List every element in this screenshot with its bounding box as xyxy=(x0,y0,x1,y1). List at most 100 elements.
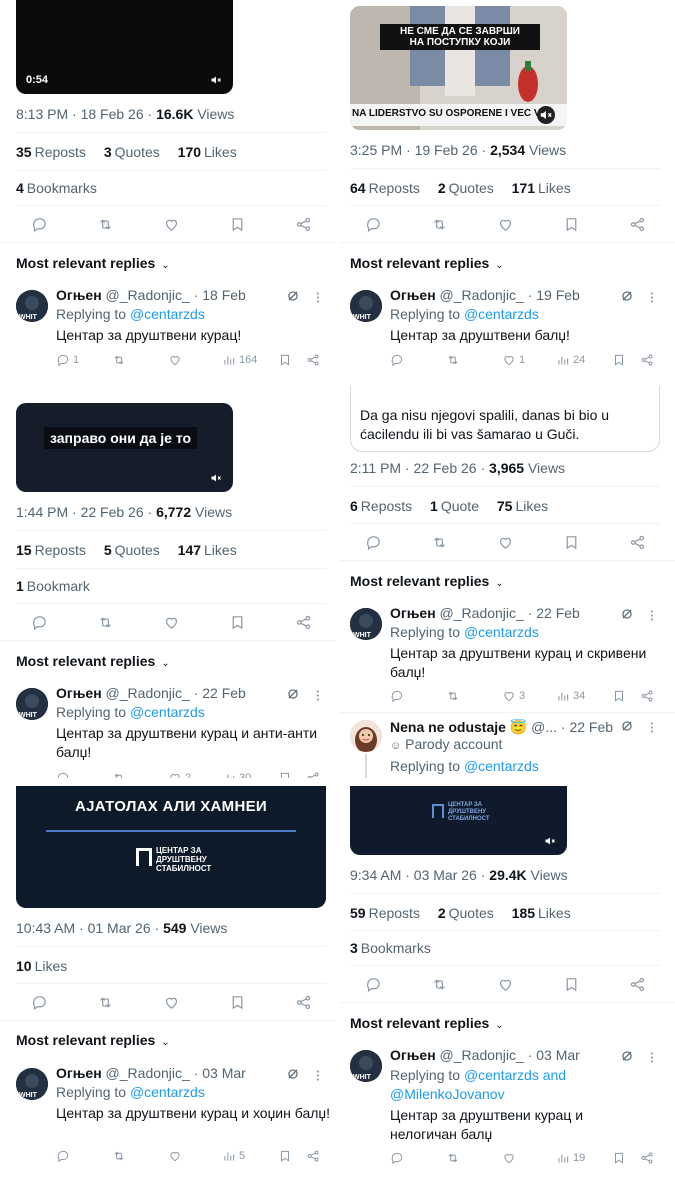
mention-link[interactable]: @centarzds xyxy=(130,704,205,720)
avatar[interactable]: WHIT xyxy=(350,608,382,640)
reply-retweet-button[interactable] xyxy=(446,689,460,703)
retweet-icon[interactable] xyxy=(97,614,114,631)
quotes-stat[interactable]: 5 Quotes xyxy=(104,542,160,558)
mute-icon[interactable] xyxy=(209,472,223,484)
grok-icon[interactable] xyxy=(620,719,634,733)
reply-icon[interactable] xyxy=(31,614,48,631)
reply-author[interactable]: Огњен @_Radonjic_ · 22 Feb xyxy=(390,605,580,621)
reply-icon[interactable] xyxy=(31,994,48,1011)
bookmarks-stat[interactable]: 3 Bookmarks xyxy=(350,940,431,956)
bookmark-icon[interactable] xyxy=(563,216,580,233)
likes-stat[interactable]: 147 Likes xyxy=(178,542,237,558)
video-player[interactable]: ЦЕНТАР ЗА ДРУШТВЕНУ СТАБИЛНОСТ xyxy=(350,786,567,855)
likes-stat[interactable]: 185 Likes xyxy=(512,905,571,921)
retweet-icon[interactable] xyxy=(431,534,448,551)
like-icon[interactable] xyxy=(163,614,180,631)
bookmark-icon[interactable] xyxy=(229,994,246,1011)
video-player[interactable]: АЈАТОЛАХ АЛИ ХАМНЕИ ЦЕНТАР ЗА ДРУШТВЕНУ … xyxy=(16,786,326,908)
bookmark-icon[interactable] xyxy=(563,976,580,993)
mention-link[interactable]: @centarzds xyxy=(130,306,205,322)
avatar[interactable]: WHIT xyxy=(16,688,48,720)
mute-icon[interactable] xyxy=(543,835,557,847)
reply-reply-button[interactable] xyxy=(390,689,404,703)
reply-icon[interactable] xyxy=(365,534,382,551)
like-icon[interactable] xyxy=(497,216,514,233)
mention-link[interactable]: @centarzds xyxy=(130,1084,205,1100)
retweet-icon[interactable] xyxy=(97,994,114,1011)
avatar[interactable]: WHIT xyxy=(350,1050,382,1082)
mention-link[interactable]: @centarzds xyxy=(464,624,539,640)
avatar[interactable] xyxy=(350,720,382,752)
retweet-icon[interactable] xyxy=(97,216,114,233)
retweet-icon[interactable] xyxy=(431,976,448,993)
quotes-stat[interactable]: 2 Quotes xyxy=(438,905,494,921)
reply-bookmark-button[interactable] xyxy=(612,689,626,703)
reply-like-button[interactable]: 1 xyxy=(502,353,525,367)
reply-views[interactable]: 19 xyxy=(556,1151,585,1165)
reply-share-button[interactable] xyxy=(640,1151,654,1165)
reply-retweet-button[interactable] xyxy=(112,1149,126,1163)
most-relevant-replies[interactable]: Most relevant replies ⌄ xyxy=(350,573,504,589)
reply-author[interactable]: Nena ne odustaje 😇 @... · 22 Feb xyxy=(390,719,613,736)
bookmark-icon[interactable] xyxy=(229,614,246,631)
likes-stat[interactable]: 170 Likes xyxy=(178,144,237,160)
like-icon[interactable] xyxy=(163,216,180,233)
reply-views[interactable]: 34 xyxy=(556,689,585,703)
grok-icon[interactable] xyxy=(620,607,634,621)
most-relevant-replies[interactable]: Most relevant replies ⌄ xyxy=(16,255,170,271)
reply-views[interactable]: 164 xyxy=(222,353,257,367)
mute-icon[interactable] xyxy=(537,106,555,124)
reply-author[interactable]: Огњен @_Radonjic_ · 18 Feb xyxy=(56,287,246,303)
quotes-stat[interactable]: 1 Quote xyxy=(430,498,479,514)
video-player[interactable]: 0:54 xyxy=(16,0,233,94)
avatar[interactable]: WHIT xyxy=(16,290,48,322)
like-icon[interactable] xyxy=(163,994,180,1011)
reposts-stat[interactable]: 64 Reposts xyxy=(350,180,420,196)
bookmarks-stat[interactable]: 1 Bookmark xyxy=(16,578,90,594)
reply-bookmark-button[interactable] xyxy=(278,771,292,778)
reply-retweet-button[interactable] xyxy=(112,771,126,778)
reply-bookmark-button[interactable] xyxy=(612,353,626,367)
reply-share-button[interactable] xyxy=(306,1149,320,1163)
reply-icon[interactable] xyxy=(31,216,48,233)
bookmark-icon[interactable] xyxy=(563,534,580,551)
quotes-stat[interactable]: 2 Quotes xyxy=(438,180,494,196)
mention-link[interactable]: @centarzds xyxy=(464,306,539,322)
retweet-icon[interactable] xyxy=(431,216,448,233)
reply-views[interactable]: 30 xyxy=(222,771,251,778)
reply-share-button[interactable] xyxy=(640,353,654,367)
share-icon[interactable] xyxy=(295,216,312,233)
reply-share-button[interactable] xyxy=(306,353,320,367)
reply-reply-button[interactable] xyxy=(390,353,404,367)
video-player[interactable]: НЕ СМЕ ДА СЕ ЗАВРШИ НА ПОСТУПКУ КОЈИ NA … xyxy=(350,6,567,130)
more-icon[interactable]: · · · xyxy=(316,1065,322,1086)
reposts-stat[interactable]: 15 Reposts xyxy=(16,542,86,558)
reply-like-button[interactable] xyxy=(502,1151,516,1165)
reply-like-button[interactable] xyxy=(168,1149,182,1163)
reposts-stat[interactable]: 59 Reposts xyxy=(350,905,420,921)
more-icon[interactable]: · · · xyxy=(316,287,322,308)
reply-author[interactable]: Огњен @_Radonjic_ · 22 Feb xyxy=(56,685,246,701)
reply-retweet-button[interactable] xyxy=(112,353,126,367)
most-relevant-replies[interactable]: Most relevant replies ⌄ xyxy=(16,653,170,669)
reply-views[interactable]: 5 xyxy=(222,1149,245,1163)
reply-icon[interactable] xyxy=(365,976,382,993)
reply-like-button[interactable]: 3 xyxy=(502,689,525,703)
video-player[interactable]: заправо они да је то xyxy=(16,403,233,492)
reply-bookmark-button[interactable] xyxy=(612,1151,626,1165)
reply-share-button[interactable] xyxy=(640,689,654,703)
grok-icon[interactable] xyxy=(620,1049,634,1063)
more-icon[interactable]: · · · xyxy=(650,717,656,738)
reply-like-button[interactable]: 2 xyxy=(168,771,191,778)
reply-author[interactable]: Огњен @_Radonjic_ · 03 Mar xyxy=(56,1065,246,1081)
reply-author[interactable]: Огњен @_Radonjic_ · 19 Feb xyxy=(390,287,580,303)
reply-retweet-button[interactable] xyxy=(446,353,460,367)
reply-reply-button[interactable]: 1 xyxy=(56,353,79,367)
avatar[interactable]: WHIT xyxy=(16,1068,48,1100)
mute-icon[interactable] xyxy=(209,74,223,86)
bookmark-icon[interactable] xyxy=(229,216,246,233)
more-icon[interactable]: · · · xyxy=(650,287,656,308)
mention-link[interactable]: @centarzds xyxy=(464,758,539,774)
share-icon[interactable] xyxy=(295,994,312,1011)
reposts-stat[interactable]: 6 Reposts xyxy=(350,498,412,514)
